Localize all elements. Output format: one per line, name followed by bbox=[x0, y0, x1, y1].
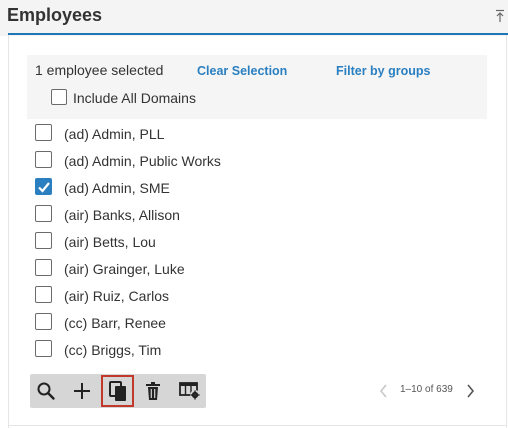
chevron-right-icon[interactable] bbox=[464, 383, 476, 399]
employee-name: (air) Grainger, Luke bbox=[64, 261, 185, 277]
employee-checkbox[interactable] bbox=[35, 124, 52, 141]
panel-border-right bbox=[506, 35, 507, 428]
table-settings-button[interactable] bbox=[174, 378, 204, 404]
selection-count: 1 employee selected bbox=[35, 62, 164, 78]
employee-checkbox[interactable] bbox=[35, 286, 52, 303]
settings-table-icon bbox=[179, 382, 200, 400]
employee-checkbox[interactable] bbox=[35, 151, 52, 168]
employee-name: (ad) Admin, PLL bbox=[64, 126, 165, 142]
employee-name: (air) Banks, Allison bbox=[64, 207, 180, 223]
employee-name: (ad) Admin, Public Works bbox=[64, 153, 221, 169]
employee-list: (ad) Admin, PLL (ad) Admin, Public Works… bbox=[35, 123, 435, 366]
checkbox-box[interactable] bbox=[51, 89, 67, 105]
panel-header: Employees bbox=[0, 0, 508, 36]
list-item[interactable]: (air) Betts, Lou bbox=[35, 231, 435, 258]
employee-checkbox[interactable] bbox=[35, 340, 52, 357]
employee-name: (air) Ruiz, Carlos bbox=[64, 288, 170, 304]
page-title: Employees bbox=[7, 5, 103, 25]
list-item[interactable]: (air) Banks, Allison bbox=[35, 204, 435, 231]
list-item[interactable]: (ad) Admin, PLL bbox=[35, 123, 435, 150]
add-icon bbox=[74, 383, 90, 399]
employee-checkbox[interactable] bbox=[35, 178, 52, 195]
trash-icon bbox=[146, 382, 160, 400]
clear-selection-link[interactable]: Clear Selection bbox=[197, 64, 287, 78]
copy-icon bbox=[109, 381, 126, 401]
employee-checkbox[interactable] bbox=[35, 259, 52, 276]
employee-name: (cc) Barr, Renee bbox=[64, 315, 166, 331]
employee-checkbox[interactable] bbox=[35, 313, 52, 330]
action-toolbar bbox=[30, 374, 206, 408]
search-button[interactable] bbox=[31, 378, 61, 404]
list-item[interactable]: (air) Grainger, Luke bbox=[35, 258, 435, 285]
employee-name: (ad) Admin, SME bbox=[64, 180, 170, 196]
copy-button[interactable] bbox=[101, 375, 134, 407]
add-button[interactable] bbox=[67, 378, 97, 404]
checkmark-icon bbox=[38, 182, 50, 193]
include-all-domains-label: Include All Domains bbox=[73, 90, 196, 106]
panel-border-left bbox=[8, 35, 9, 428]
selection-summary: 1 employee selected Clear Selection Filt… bbox=[27, 55, 487, 119]
employee-checkbox[interactable] bbox=[35, 232, 52, 249]
list-item[interactable]: (cc) Briggs, Tim bbox=[35, 339, 435, 366]
search-icon bbox=[37, 382, 55, 400]
employee-checkbox[interactable] bbox=[35, 205, 52, 222]
list-item[interactable]: (ad) Admin, Public Works bbox=[35, 150, 435, 177]
collapse-up-icon[interactable] bbox=[495, 9, 505, 23]
chevron-left-icon bbox=[379, 384, 387, 398]
list-item[interactable]: (cc) Barr, Renee bbox=[35, 312, 435, 339]
panel-border-bottom bbox=[8, 425, 507, 426]
list-item[interactable]: (ad) Admin, SME bbox=[35, 177, 435, 204]
employee-name: (air) Betts, Lou bbox=[64, 234, 156, 250]
header-divider bbox=[8, 33, 508, 35]
list-item[interactable]: (air) Ruiz, Carlos bbox=[35, 285, 435, 312]
employee-name: (cc) Briggs, Tim bbox=[64, 342, 162, 358]
filter-by-groups-link[interactable]: Filter by groups bbox=[336, 64, 430, 78]
delete-button[interactable] bbox=[138, 378, 168, 404]
page-range: 1–10 of 639 bbox=[400, 384, 453, 395]
